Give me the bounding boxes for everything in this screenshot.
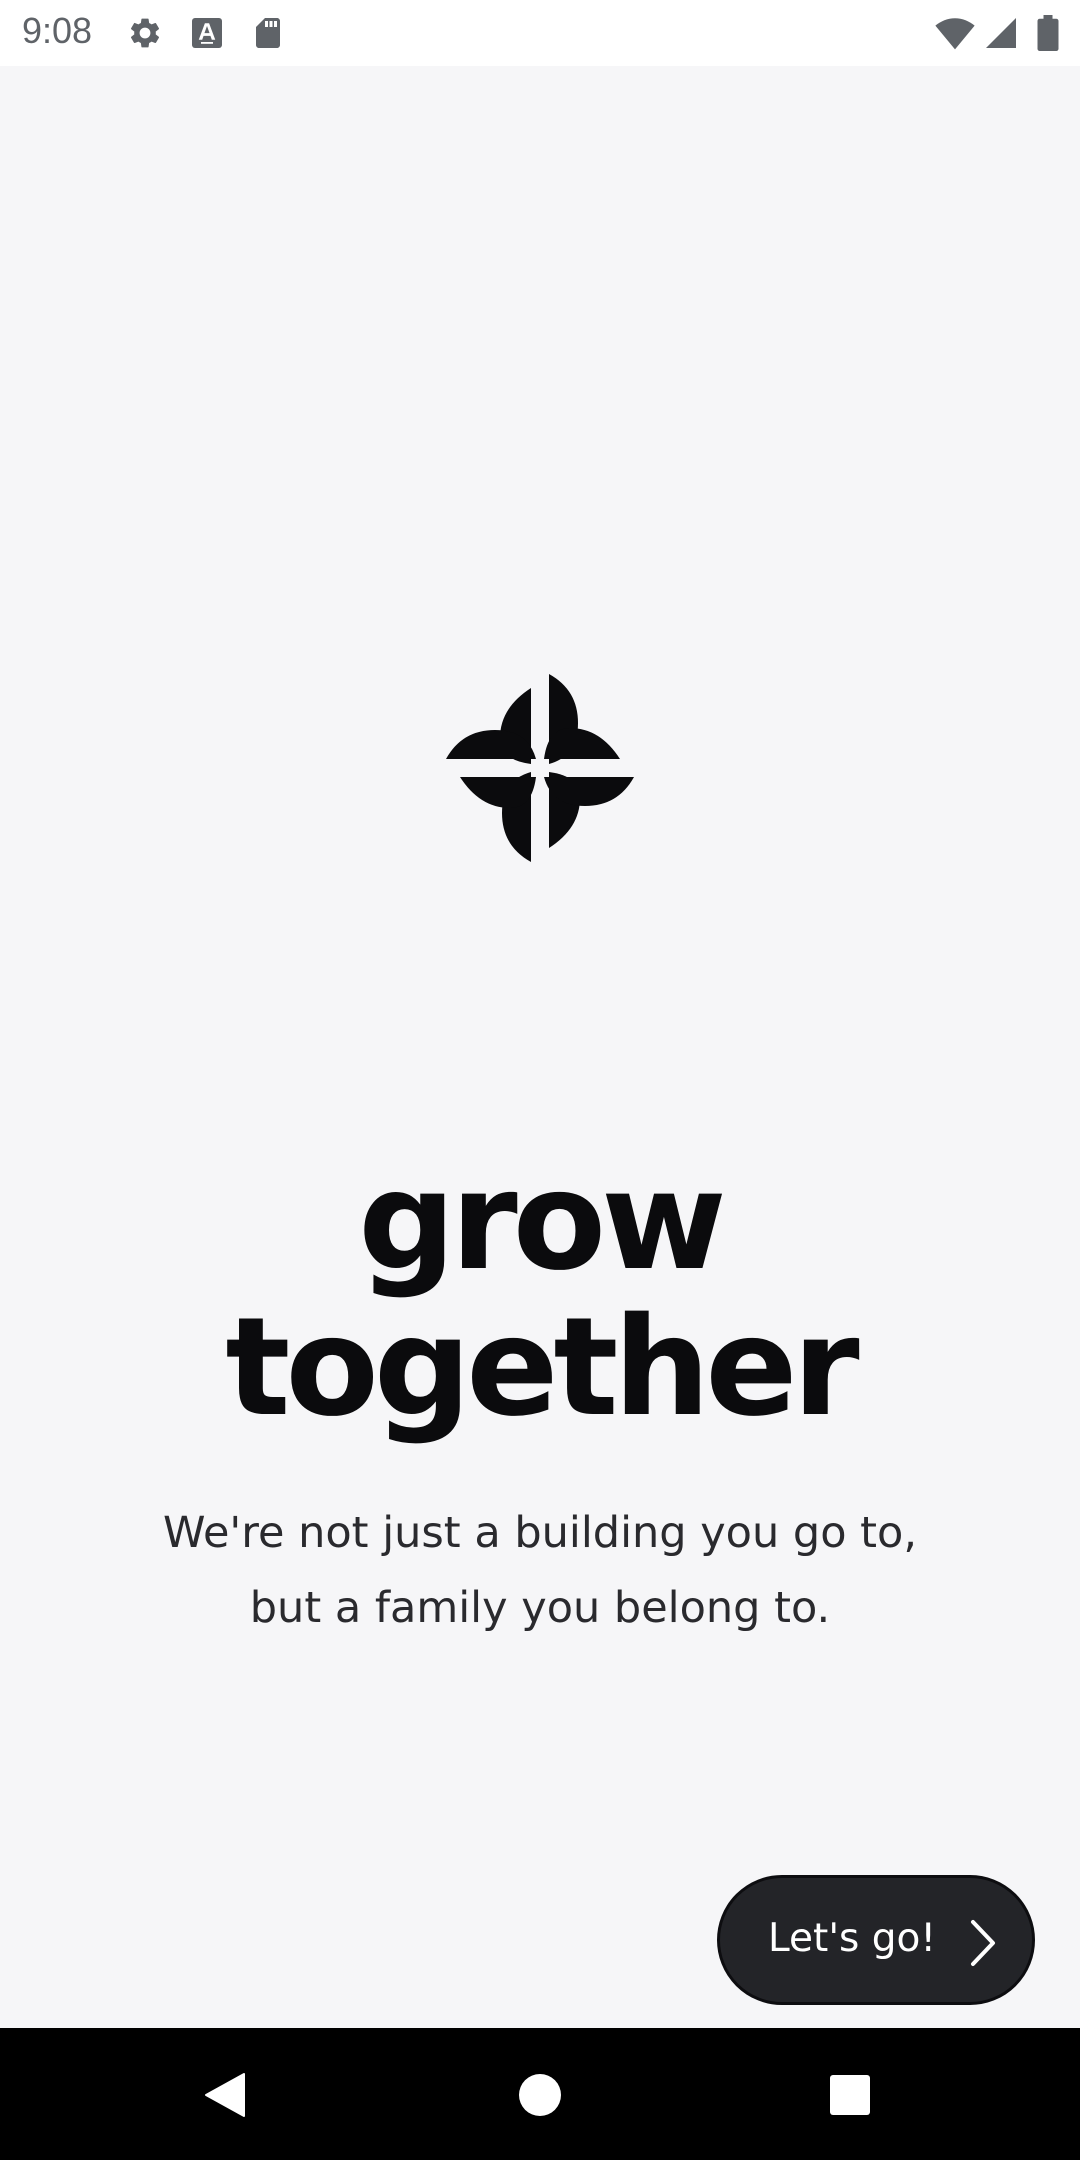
chevron-right-icon (968, 1918, 998, 1968)
headline-line-1: grow (358, 1143, 727, 1301)
cell-signal-icon (983, 15, 1019, 51)
headline-line-2: together (225, 1289, 859, 1447)
status-bar: 9:08 (0, 0, 1080, 66)
flower-logo (446, 674, 634, 862)
wifi-icon (935, 15, 975, 51)
lets-go-button[interactable]: Let's go! (717, 1875, 1035, 2005)
status-time: 9:08 (22, 10, 93, 51)
gear-icon (127, 15, 163, 51)
font-a-icon (189, 15, 225, 51)
battery-icon (1036, 15, 1060, 51)
lets-go-label: Let's go! (768, 1916, 937, 1961)
sd-card-icon (250, 15, 286, 51)
home-icon[interactable] (513, 2068, 567, 2122)
subtitle: We're not just a building you go to, but… (162, 1508, 918, 1633)
headline: grow together (0, 1149, 1080, 1441)
navigation-bar (0, 2028, 1080, 2160)
recents-icon[interactable] (823, 2068, 877, 2122)
back-icon[interactable] (198, 2068, 252, 2122)
onboarding-screen: grow together We're not just a building … (0, 66, 1080, 2028)
